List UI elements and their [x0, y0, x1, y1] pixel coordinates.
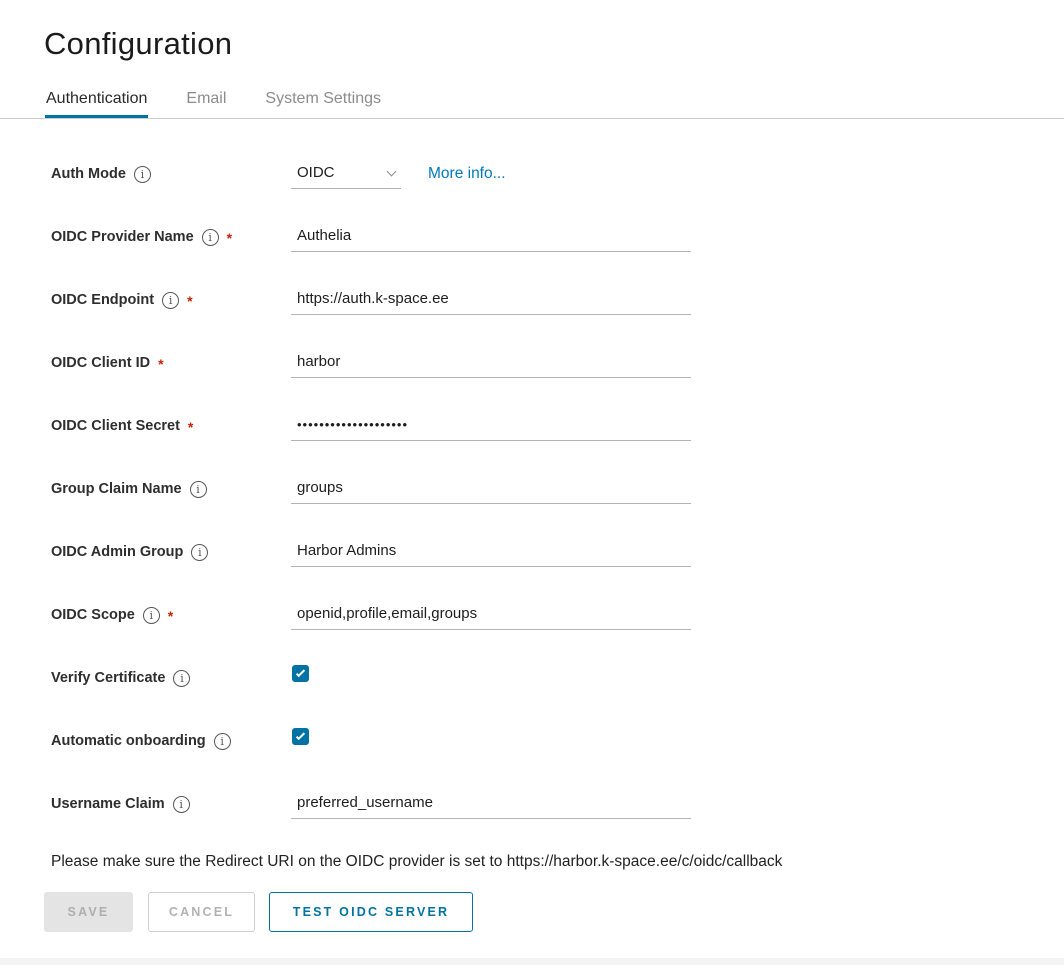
redirect-uri-note: Please make sure the Redirect URI on the…	[0, 852, 1064, 872]
required-marker: *	[227, 230, 232, 246]
page-title: Configuration	[0, 0, 1064, 62]
more-info-link[interactable]: More info...	[428, 159, 506, 189]
footer-strip	[0, 958, 1064, 965]
automatic-onboarding-label: Automatic onboarding i	[51, 726, 291, 756]
oidc-client-secret-label: OIDC Client Secret *	[51, 411, 291, 441]
required-marker: *	[158, 356, 163, 372]
oidc-admin-group-label: OIDC Admin Group i	[51, 537, 291, 567]
chevron-down-icon	[387, 166, 397, 176]
info-icon[interactable]: i	[190, 481, 207, 498]
oidc-scope-input[interactable]	[291, 600, 691, 630]
auth-mode-row: Auth Mode i OIDC More info...	[51, 159, 1064, 189]
username-claim-label: Username Claim i	[51, 789, 291, 819]
info-icon[interactable]: i	[214, 733, 231, 750]
automatic-onboarding-checkbox[interactable]	[292, 728, 309, 745]
cancel-button: CANCEL	[148, 892, 255, 932]
oidc-endpoint-input[interactable]	[291, 285, 691, 315]
oidc-provider-name-label: OIDC Provider Name i *	[51, 222, 291, 252]
oidc-client-id-label: OIDC Client ID *	[51, 348, 291, 378]
oidc-scope-row: OIDC Scope i *	[51, 600, 1064, 630]
oidc-provider-name-input[interactable]	[291, 222, 691, 252]
tab-bar: Authentication Email System Settings	[0, 88, 1064, 119]
info-icon[interactable]: i	[143, 607, 160, 624]
oidc-admin-group-row: OIDC Admin Group i	[51, 537, 1064, 567]
required-marker: *	[168, 608, 173, 624]
info-icon[interactable]: i	[191, 544, 208, 561]
group-claim-name-input[interactable]	[291, 474, 691, 504]
info-icon[interactable]: i	[134, 166, 151, 183]
authentication-form: Auth Mode i OIDC More info... OIDC Provi…	[0, 119, 1064, 819]
test-oidc-server-button[interactable]: TEST OIDC SERVER	[269, 892, 473, 932]
save-button: SAVE	[44, 892, 133, 932]
oidc-client-id-input[interactable]	[291, 348, 691, 378]
info-icon[interactable]: i	[162, 292, 179, 309]
verify-certificate-row: Verify Certificate i	[51, 663, 1064, 693]
tab-authentication[interactable]: Authentication	[45, 88, 148, 118]
auth-mode-select[interactable]: OIDC	[291, 159, 401, 189]
info-icon[interactable]: i	[173, 796, 190, 813]
auth-mode-label: Auth Mode i	[51, 159, 291, 189]
oidc-provider-name-row: OIDC Provider Name i *	[51, 222, 1064, 252]
automatic-onboarding-row: Automatic onboarding i	[51, 726, 1064, 756]
info-icon[interactable]: i	[202, 229, 219, 246]
checkmark-icon	[296, 667, 305, 676]
group-claim-name-label: Group Claim Name i	[51, 474, 291, 504]
oidc-client-id-row: OIDC Client ID *	[51, 348, 1064, 378]
oidc-scope-label: OIDC Scope i *	[51, 600, 291, 630]
auth-mode-selected-value: OIDC	[297, 164, 335, 181]
username-claim-row: Username Claim i	[51, 789, 1064, 819]
action-buttons: SAVE CANCEL TEST OIDC SERVER	[0, 892, 1064, 932]
required-marker: *	[188, 419, 193, 435]
oidc-client-secret-row: OIDC Client Secret *	[51, 411, 1064, 441]
info-icon[interactable]: i	[173, 670, 190, 687]
checkmark-icon	[296, 730, 305, 739]
tab-system-settings[interactable]: System Settings	[264, 88, 382, 118]
oidc-admin-group-input[interactable]	[291, 537, 691, 567]
group-claim-name-row: Group Claim Name i	[51, 474, 1064, 504]
oidc-client-secret-input[interactable]	[291, 411, 691, 441]
verify-certificate-checkbox[interactable]	[292, 665, 309, 682]
verify-certificate-label: Verify Certificate i	[51, 663, 291, 693]
username-claim-input[interactable]	[291, 789, 691, 819]
oidc-endpoint-label: OIDC Endpoint i *	[51, 285, 291, 315]
tab-email[interactable]: Email	[185, 88, 227, 118]
required-marker: *	[187, 293, 192, 309]
oidc-endpoint-row: OIDC Endpoint i *	[51, 285, 1064, 315]
